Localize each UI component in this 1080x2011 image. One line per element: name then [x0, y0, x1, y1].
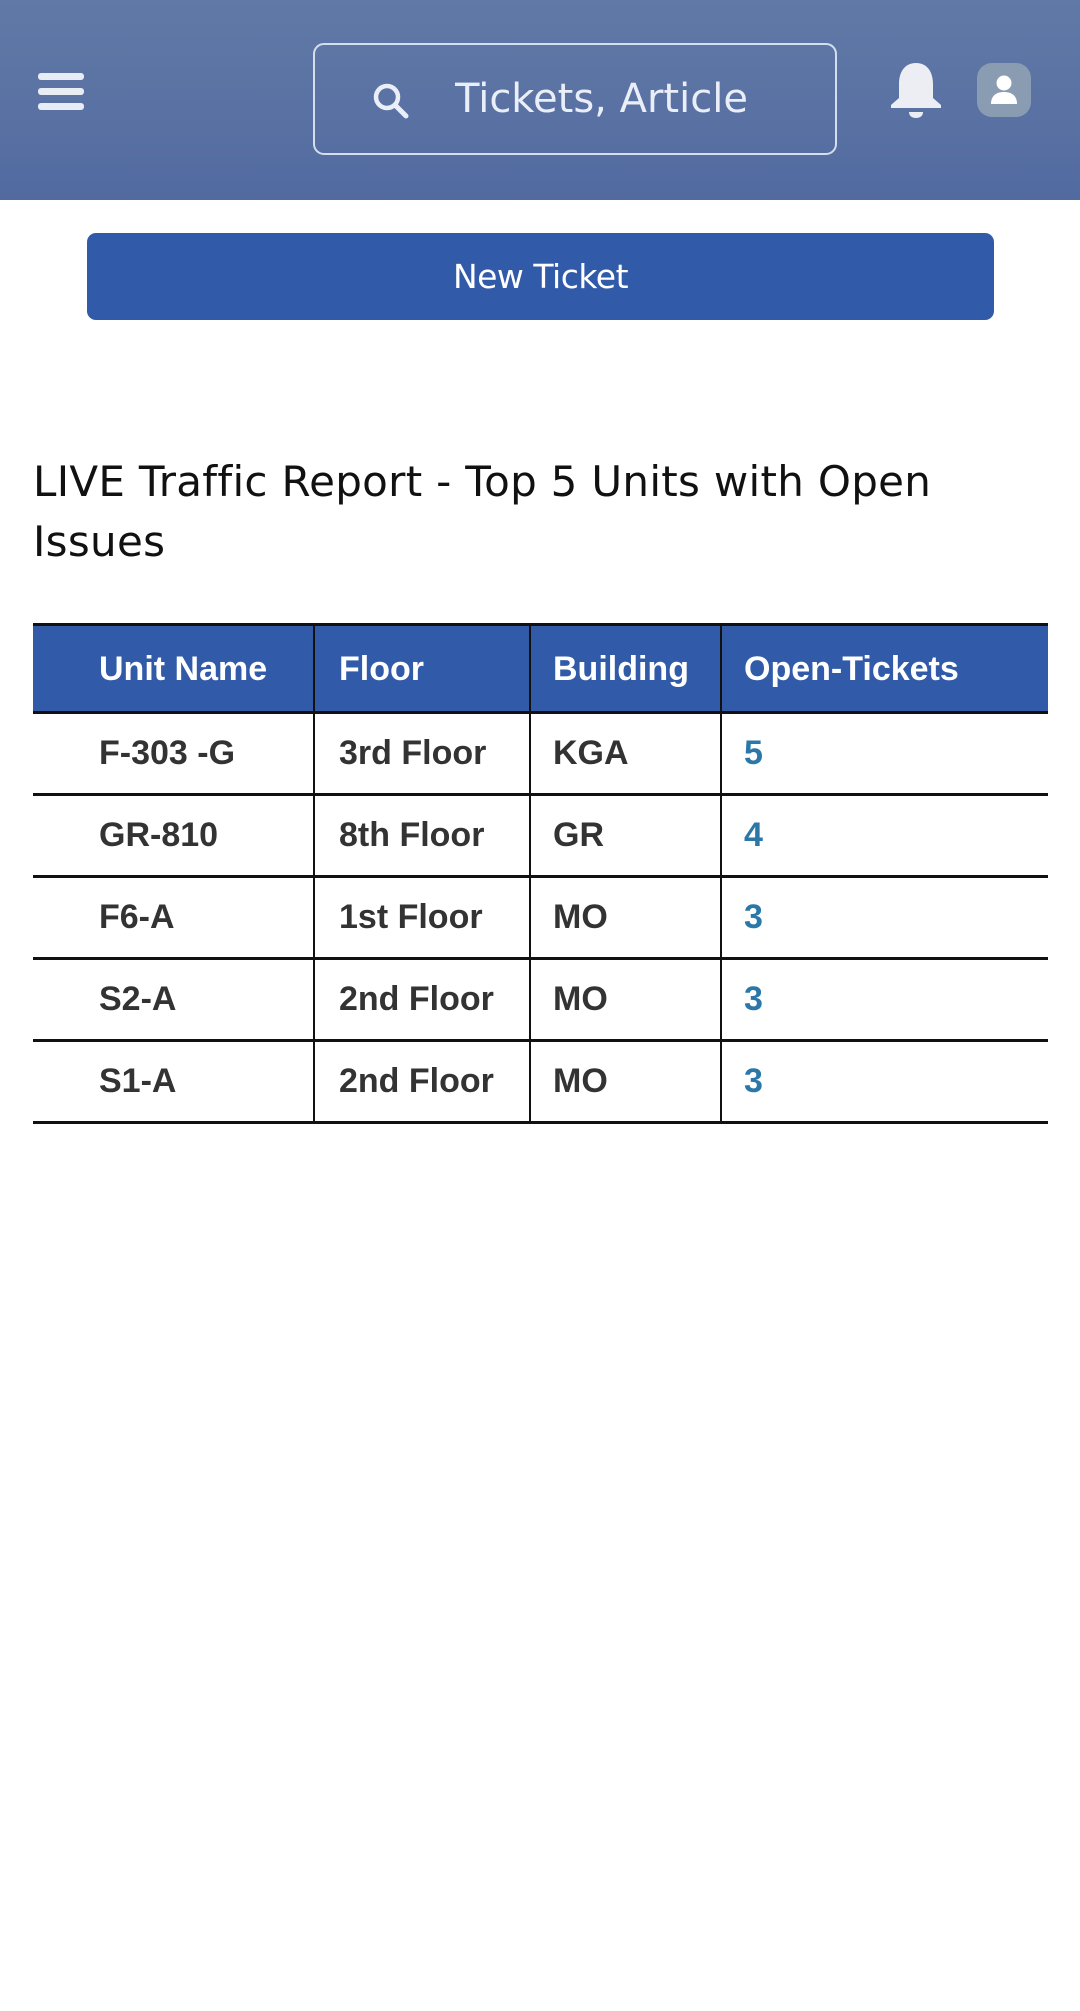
- table-row: S2-A 2nd Floor MO 3: [33, 957, 1048, 1041]
- table-row: GR-810 8th Floor GR 4: [33, 793, 1048, 877]
- user-icon: [991, 75, 1017, 104]
- new-ticket-button[interactable]: New Ticket: [87, 233, 994, 320]
- column-header-unit-name[interactable]: Unit Name: [33, 624, 314, 713]
- bell-icon[interactable]: [888, 60, 944, 120]
- report-title: LIVE Traffic Report - Top 5 Units with O…: [33, 457, 932, 566]
- building-cell: MO: [529, 1039, 721, 1124]
- building-cell: MO: [529, 875, 721, 959]
- menu-bar: [38, 102, 84, 110]
- unit-name-cell: S2-A: [33, 957, 314, 1041]
- open-tickets-link[interactable]: 5: [720, 711, 1048, 795]
- menu-bar: [38, 87, 84, 95]
- search-box[interactable]: [313, 43, 837, 155]
- menu-bar: [38, 72, 84, 80]
- building-cell: GR: [529, 793, 721, 877]
- floor-cell: 1st Floor: [313, 875, 530, 959]
- hamburger-menu-icon[interactable]: [38, 66, 94, 116]
- building-cell: MO: [529, 957, 721, 1041]
- column-header-floor[interactable]: Floor: [313, 624, 530, 713]
- top-app-bar: [0, 0, 1080, 200]
- unit-name-cell: F-303 -G: [33, 711, 314, 795]
- open-tickets-link[interactable]: 4: [720, 793, 1048, 877]
- open-tickets-link[interactable]: 3: [720, 1039, 1048, 1124]
- open-tickets-link[interactable]: 3: [720, 957, 1048, 1041]
- floor-cell: 3rd Floor: [313, 711, 530, 795]
- column-header-building[interactable]: Building: [529, 624, 721, 713]
- table-row: F-303 -G 3rd Floor KGA 5: [33, 711, 1048, 795]
- floor-cell: 8th Floor: [313, 793, 530, 877]
- table-row: F6-A 1st Floor MO 3: [33, 875, 1048, 959]
- table-header-row: Unit Name Floor Building Open-Tickets: [33, 624, 1048, 713]
- open-tickets-link[interactable]: 3: [720, 875, 1048, 959]
- table-row: S1-A 2nd Floor MO 3: [33, 1039, 1048, 1124]
- user-avatar-button[interactable]: [977, 63, 1031, 117]
- building-cell: KGA: [529, 711, 721, 795]
- column-header-open-tickets[interactable]: Open-Tickets: [720, 624, 1048, 713]
- search-input[interactable]: [455, 65, 825, 133]
- unit-name-cell: F6-A: [33, 875, 314, 959]
- unit-name-cell: S1-A: [33, 1039, 314, 1124]
- floor-cell: 2nd Floor: [313, 1039, 530, 1124]
- floor-cell: 2nd Floor: [313, 957, 530, 1041]
- search-icon: [373, 83, 409, 119]
- unit-name-cell: GR-810: [33, 793, 314, 877]
- top-units-table: Unit Name Floor Building Open-Tickets F-…: [33, 623, 1048, 1124]
